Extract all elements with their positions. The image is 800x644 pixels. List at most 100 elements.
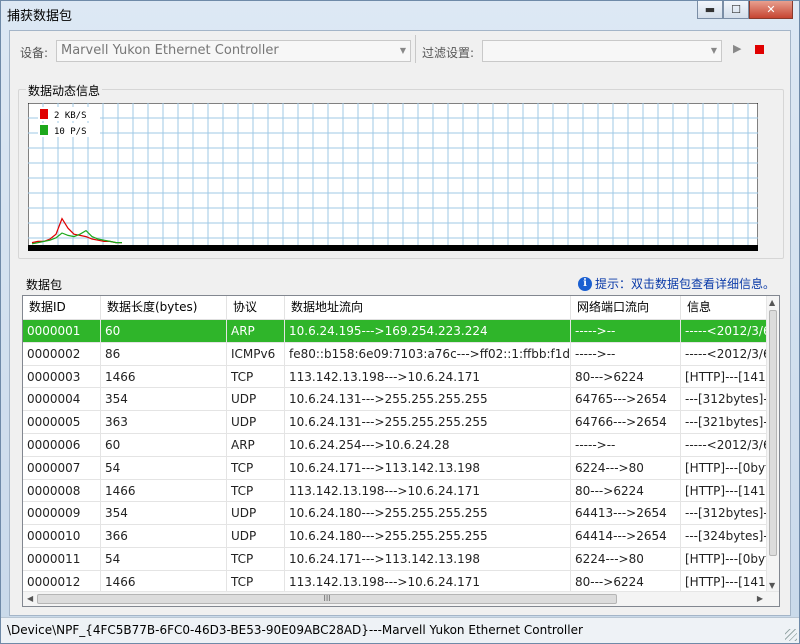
column-header-length[interactable]: 数据长度(bytes) — [101, 296, 227, 320]
cell-port-flow: 6224--->80 — [571, 547, 681, 570]
cell-port-flow: 80--->6224 — [571, 365, 681, 388]
cell-address-flow: 113.142.13.198--->10.6.24.171 — [285, 479, 571, 502]
cell-info: [HTTP]---[1412 — [681, 365, 767, 388]
cell-length: 1466 — [101, 479, 227, 502]
cell-address-flow: 10.6.24.131--->255.255.255.255 — [285, 388, 571, 411]
window-controls: ▬ ☐ ✕ — [697, 1, 793, 19]
cell-id: 0000001 — [23, 320, 101, 342]
scroll-right-icon[interactable]: ▶ — [757, 594, 763, 603]
hint-label: 提示：双击数据包查看详细信息。 — [595, 277, 776, 291]
cell-length: 54 — [101, 547, 227, 570]
table-row[interactable]: 0000002 86 ICMPv6 fe80::b158:6e09:7103:a76c… — [23, 342, 767, 366]
maximize-button[interactable]: ☐ — [723, 1, 749, 19]
column-header-id[interactable]: 数据ID — [23, 296, 101, 320]
vertical-scrollbar[interactable]: ▲ ▼ — [766, 296, 779, 592]
cell-id: 0000010 — [23, 525, 101, 547]
table-row[interactable]: 0000001 60 ARP 10.6.24.195--->169.254.223.2… — [23, 320, 767, 343]
cell-port-flow: 6224--->80 — [571, 456, 681, 479]
table-row[interactable]: 0000011 54 TCP 10.6.24.171--->113.142.13.19… — [23, 547, 767, 571]
table-body: 0000001 60 ARP 10.6.24.195--->169.254.223.2… — [23, 320, 767, 594]
cell-protocol: UDP — [227, 411, 285, 433]
cell-length: 354 — [101, 502, 227, 525]
cell-port-flow: 64414--->2654 — [571, 525, 681, 547]
traffic-chart: 2 KB/S 10 P/S — [28, 103, 758, 251]
cell-protocol: TCP — [227, 570, 285, 593]
cell-info: -----<2012/3/6 — [681, 342, 767, 365]
cell-length: 1466 — [101, 570, 227, 593]
scroll-down-icon[interactable]: ▼ — [769, 581, 775, 590]
cell-protocol: ARP — [227, 320, 285, 342]
cell-info: ---[321bytes]-- — [681, 411, 767, 433]
cell-protocol: TCP — [227, 547, 285, 570]
cell-port-flow: 64413--->2654 — [571, 502, 681, 525]
cell-protocol: UDP — [227, 502, 285, 525]
resize-grip-icon[interactable] — [785, 629, 797, 641]
cell-address-flow: fe80::b158:6e09:7103:a76c--->ff02::1:ffb… — [285, 342, 571, 365]
cell-info: -----<2012/3/6 — [681, 433, 767, 456]
info-icon: i — [578, 276, 592, 291]
cell-address-flow: 10.6.24.171--->113.142.13.198 — [285, 456, 571, 479]
cell-id: 0000009 — [23, 502, 101, 525]
cell-id: 0000003 — [23, 365, 101, 388]
table-row[interactable]: 0000003 1466 TCP 113.142.13.198--->10.6.24.… — [23, 365, 767, 389]
cell-id: 0000006 — [23, 433, 101, 456]
title-bar[interactable]: 捕获数据包 ▬ ☐ ✕ — [1, 1, 799, 29]
cell-port-flow: ----->-- — [571, 433, 681, 456]
cell-address-flow: 10.6.24.180--->255.255.255.255 — [285, 525, 571, 547]
cell-length: 354 — [101, 388, 227, 411]
legend-swatch — [40, 125, 48, 135]
cell-id: 0000005 — [23, 411, 101, 433]
cell-address-flow: 113.142.13.198--->10.6.24.171 — [285, 570, 571, 593]
cell-port-flow: 80--->6224 — [571, 570, 681, 593]
device-select[interactable]: Marvell Yukon Ethernet Controller ▼ — [56, 40, 411, 62]
cell-length: 363 — [101, 411, 227, 433]
toolbar-separator — [415, 35, 416, 63]
device-label: 设备: — [20, 46, 49, 60]
cell-address-flow: 10.6.24.254--->10.6.24.28 — [285, 433, 571, 456]
column-header-port-flow[interactable]: 网络端口流向 — [571, 296, 681, 320]
cell-port-flow: ----->-- — [571, 320, 681, 342]
scroll-up-icon[interactable]: ▲ — [769, 298, 775, 307]
vertical-scroll-thumb[interactable] — [769, 310, 777, 556]
table-row[interactable]: 0000006 60 ARP 10.6.24.254--->10.6.24.28 ---… — [23, 433, 767, 457]
table-row[interactable]: 0000005 363 UDP 10.6.24.131--->255.255.255.… — [23, 411, 767, 434]
cell-protocol: UDP — [227, 525, 285, 547]
status-bar: \Device\NPF_{4FC5B77B-6FC0-46D3-BE53-90E… — [1, 617, 799, 643]
cell-id: 0000007 — [23, 456, 101, 479]
filter-select[interactable]: ▼ — [482, 40, 722, 62]
cell-port-flow: 80--->6224 — [571, 479, 681, 502]
minimize-button[interactable]: ▬ — [697, 1, 723, 19]
column-header-address-flow[interactable]: 数据地址流向 — [285, 296, 571, 320]
cell-id: 0000002 — [23, 342, 101, 365]
table-header: 数据ID 数据长度(bytes) 协议 数据地址流向 网络端口流向 信息 — [23, 296, 767, 320]
packets-label: 数据包 — [26, 278, 63, 292]
cell-protocol: TCP — [227, 479, 285, 502]
table-row[interactable]: 0000007 54 TCP 10.6.24.171--->113.142.13.19… — [23, 456, 767, 480]
cell-address-flow: 10.6.24.195--->169.254.223.224 — [285, 320, 571, 342]
stop-icon[interactable] — [755, 45, 764, 54]
table-row[interactable]: 0000004 354 UDP 10.6.24.131--->255.255.255.… — [23, 388, 767, 412]
cell-length: 366 — [101, 525, 227, 547]
table-row[interactable]: 0000008 1466 TCP 113.142.13.198--->10.6.24.… — [23, 479, 767, 503]
column-header-info[interactable]: 信息 — [681, 296, 767, 320]
horizontal-scroll-thumb[interactable]: III — [37, 594, 617, 604]
legend-swatch — [40, 109, 48, 119]
column-header-protocol[interactable]: 协议 — [227, 296, 285, 320]
status-text: \Device\NPF_{4FC5B77B-6FC0-46D3-BE53-90E… — [7, 623, 583, 637]
chevron-down-icon: ▼ — [710, 46, 717, 55]
cell-protocol: TCP — [227, 456, 285, 479]
cell-info: [HTTP]---[0byte — [681, 456, 767, 479]
horizontal-scrollbar[interactable]: ◀ III ▶ — [23, 591, 779, 606]
cell-id: 0000008 — [23, 479, 101, 502]
packets-table[interactable]: 数据ID 数据长度(bytes) 协议 数据地址流向 网络端口流向 信息 000… — [22, 295, 780, 607]
scroll-left-icon[interactable]: ◀ — [27, 594, 33, 603]
hint-text: i 提示：双击数据包查看详细信息。 — [578, 275, 775, 292]
cell-info: [HTTP]---[0byte — [681, 547, 767, 570]
cell-info: [HTTP]---[1412 — [681, 570, 767, 593]
table-row[interactable]: 0000009 354 UDP 10.6.24.180--->255.255.255.… — [23, 502, 767, 526]
close-button[interactable]: ✕ — [749, 1, 793, 19]
cell-port-flow: 64765--->2654 — [571, 388, 681, 411]
play-icon[interactable]: ▶ — [733, 42, 741, 55]
cell-address-flow: 10.6.24.180--->255.255.255.255 — [285, 502, 571, 525]
table-row[interactable]: 0000010 366 UDP 10.6.24.180--->255.255.255.… — [23, 525, 767, 548]
